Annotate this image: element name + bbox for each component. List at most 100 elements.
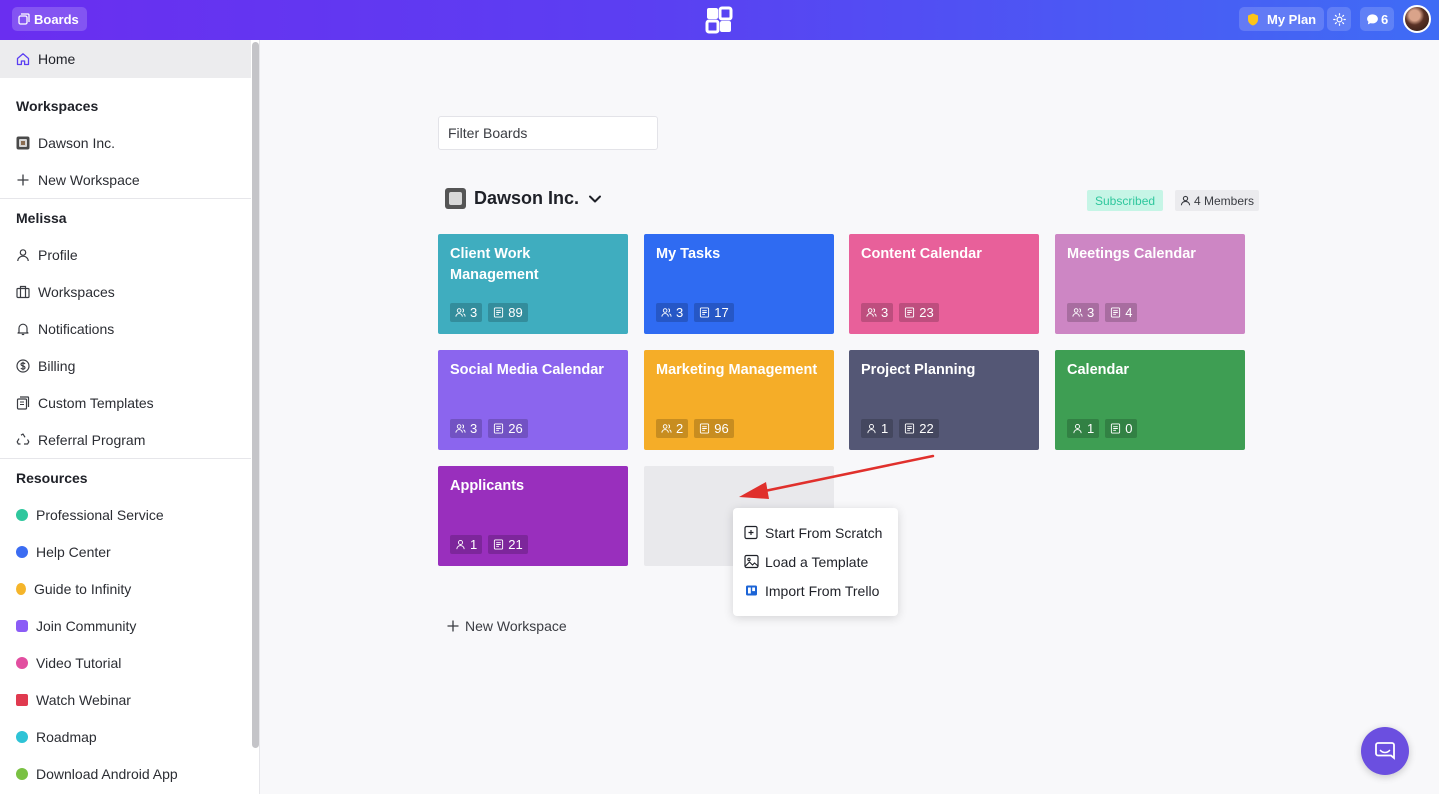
infinity-logo-icon[interactable] xyxy=(705,6,733,34)
sidebar-item-new-workspace[interactable]: New Workspace xyxy=(0,161,251,198)
items-stat: 26 xyxy=(488,419,528,438)
board-stats: 1 22 xyxy=(861,419,939,438)
sidebar-item-professional-service[interactable]: Professional Service xyxy=(0,496,251,533)
filter-boards-input[interactable]: Filter Boards xyxy=(438,116,658,150)
sidebar-item-dawson-inc[interactable]: Dawson Inc. xyxy=(0,124,251,161)
menu-item-label: Import From Trello xyxy=(765,582,880,599)
plus-icon xyxy=(447,620,459,632)
sidebar-item-billing[interactable]: Billing xyxy=(0,347,251,384)
sidebar-item-home[interactable]: Home xyxy=(0,40,251,78)
sidebar-item-roadmap[interactable]: Roadmap xyxy=(0,718,251,755)
items-stat: 21 xyxy=(488,535,528,554)
members-stat: 3 xyxy=(656,303,689,322)
sidebar-item-profile[interactable]: Profile xyxy=(0,236,251,273)
sidebar-item-label: Workspaces xyxy=(38,283,115,300)
document-icon xyxy=(494,307,504,318)
sidebar-item-download-android-app[interactable]: Download Android App xyxy=(0,755,251,792)
members-count: 3 xyxy=(1087,305,1095,320)
document-icon xyxy=(494,539,504,550)
members-count: 1 xyxy=(470,537,478,552)
bell-icon xyxy=(16,322,30,336)
workspaces-heading: Workspaces xyxy=(16,97,99,114)
menu-item-import-trello[interactable]: Import From Trello xyxy=(733,576,898,605)
members-count: 1 xyxy=(881,421,889,436)
menu-item-start-from-scratch[interactable]: Start From Scratch xyxy=(733,518,898,547)
my-plan-button[interactable]: My Plan xyxy=(1239,7,1325,31)
sidebar-item-label: Roadmap xyxy=(36,728,97,745)
members-button[interactable]: 4 Members xyxy=(1175,190,1260,211)
sidebar: Home Workspaces Dawson Inc. New Workspac… xyxy=(0,40,252,794)
items-stat: 23 xyxy=(899,303,939,322)
menu-item-label: Start From Scratch xyxy=(765,524,883,541)
board-title: Client Work Management xyxy=(450,246,539,283)
board-title: Marketing Management xyxy=(656,362,818,378)
sidebar-item-label: Video Tutorial xyxy=(36,654,122,671)
sidebar-item-custom-templates[interactable]: Custom Templates xyxy=(0,384,251,421)
board-card-my-tasks[interactable]: My Tasks 3 17 xyxy=(644,234,834,334)
sidebar-item-guide-to-infinity[interactable]: Guide to Infinity xyxy=(0,570,251,607)
sidebar-item-label: Guide to Infinity xyxy=(34,580,132,597)
items-count: 21 xyxy=(508,537,523,552)
menu-item-label: Load a Template xyxy=(765,553,869,570)
new-workspace-button[interactable]: New Workspace xyxy=(447,618,567,634)
user-icon xyxy=(1073,424,1082,434)
messages-button[interactable]: 6 xyxy=(1360,7,1395,31)
sun-icon xyxy=(1332,12,1346,26)
users-icon xyxy=(661,308,672,317)
members-count: 1 xyxy=(1087,421,1095,436)
sidebar-item-workspaces[interactable]: Workspaces xyxy=(0,273,251,310)
sidebar-item-label: Professional Service xyxy=(36,506,164,523)
my-plan-label: My Plan xyxy=(1267,11,1317,27)
user-avatar[interactable] xyxy=(1403,5,1431,33)
sidebar-item-referral-program[interactable]: Referral Program xyxy=(0,421,251,458)
board-stats: 1 0 xyxy=(1067,419,1138,438)
support-chat-button[interactable] xyxy=(1361,727,1409,775)
boards-button[interactable]: Boards xyxy=(12,7,87,31)
sidebar-item-notifications[interactable]: Notifications xyxy=(0,310,251,347)
board-title: Applicants xyxy=(450,478,525,494)
members-stat: 3 xyxy=(1067,303,1100,322)
board-title: Calendar xyxy=(1067,362,1130,378)
theme-toggle-button[interactable] xyxy=(1327,7,1351,31)
sidebar-item-help-center[interactable]: Help Center xyxy=(0,533,251,570)
sidebar-item-label: Referral Program xyxy=(38,431,146,448)
sidebar-scrollbar[interactable] xyxy=(251,40,260,794)
sidebar-item-join-community[interactable]: Join Community xyxy=(0,607,251,644)
items-count: 4 xyxy=(1125,305,1133,320)
user-icon xyxy=(867,424,876,434)
help-icon xyxy=(16,545,28,558)
scrollbar-thumb[interactable] xyxy=(252,42,259,748)
sidebar-item-label: Join Community xyxy=(36,617,137,634)
sidebar-item-label: Billing xyxy=(38,357,76,374)
boards-label: Boards xyxy=(34,11,79,27)
messages-count: 6 xyxy=(1381,11,1389,27)
users-icon xyxy=(455,308,466,317)
sidebar-item-video-tutorial[interactable]: Video Tutorial xyxy=(0,644,251,681)
board-card-marketing-management[interactable]: Marketing Management 2 96 xyxy=(644,350,834,450)
add-square-icon xyxy=(744,525,758,540)
sidebar-item-label: New Workspace xyxy=(38,171,140,188)
board-card-applicants[interactable]: Applicants 1 21 xyxy=(438,466,628,566)
sidebar-item-label: Download Android App xyxy=(36,765,178,782)
items-stat: 22 xyxy=(899,419,939,438)
user-icon xyxy=(1180,195,1191,206)
shield-icon xyxy=(1248,13,1258,25)
board-card-content-calendar[interactable]: Content Calendar 3 23 xyxy=(849,234,1039,334)
board-card-project-planning[interactable]: Project Planning 1 22 xyxy=(849,350,1039,450)
document-icon xyxy=(1111,423,1121,434)
members-count: 2 xyxy=(676,421,684,436)
users-icon xyxy=(866,308,877,317)
items-stat: 17 xyxy=(694,303,734,322)
board-card-meetings-calendar[interactable]: Meetings Calendar 3 4 xyxy=(1055,234,1245,334)
board-card-calendar[interactable]: Calendar 1 0 xyxy=(1055,350,1245,450)
briefcase-icon xyxy=(16,285,30,299)
board-card-client-work-management[interactable]: Client Work Management 3 89 xyxy=(438,234,628,334)
board-card-social-media-calendar[interactable]: Social Media Calendar 3 26 xyxy=(438,350,628,450)
members-label: 4 Members xyxy=(1194,193,1255,208)
chevron-down-icon[interactable] xyxy=(587,191,603,207)
menu-item-load-template[interactable]: Load a Template xyxy=(733,547,898,576)
play-icon xyxy=(16,656,28,669)
members-stat: 3 xyxy=(861,303,894,322)
sidebar-item-watch-webinar[interactable]: Watch Webinar xyxy=(0,681,251,718)
workspace-header[interactable]: Dawson Inc. xyxy=(445,188,603,209)
